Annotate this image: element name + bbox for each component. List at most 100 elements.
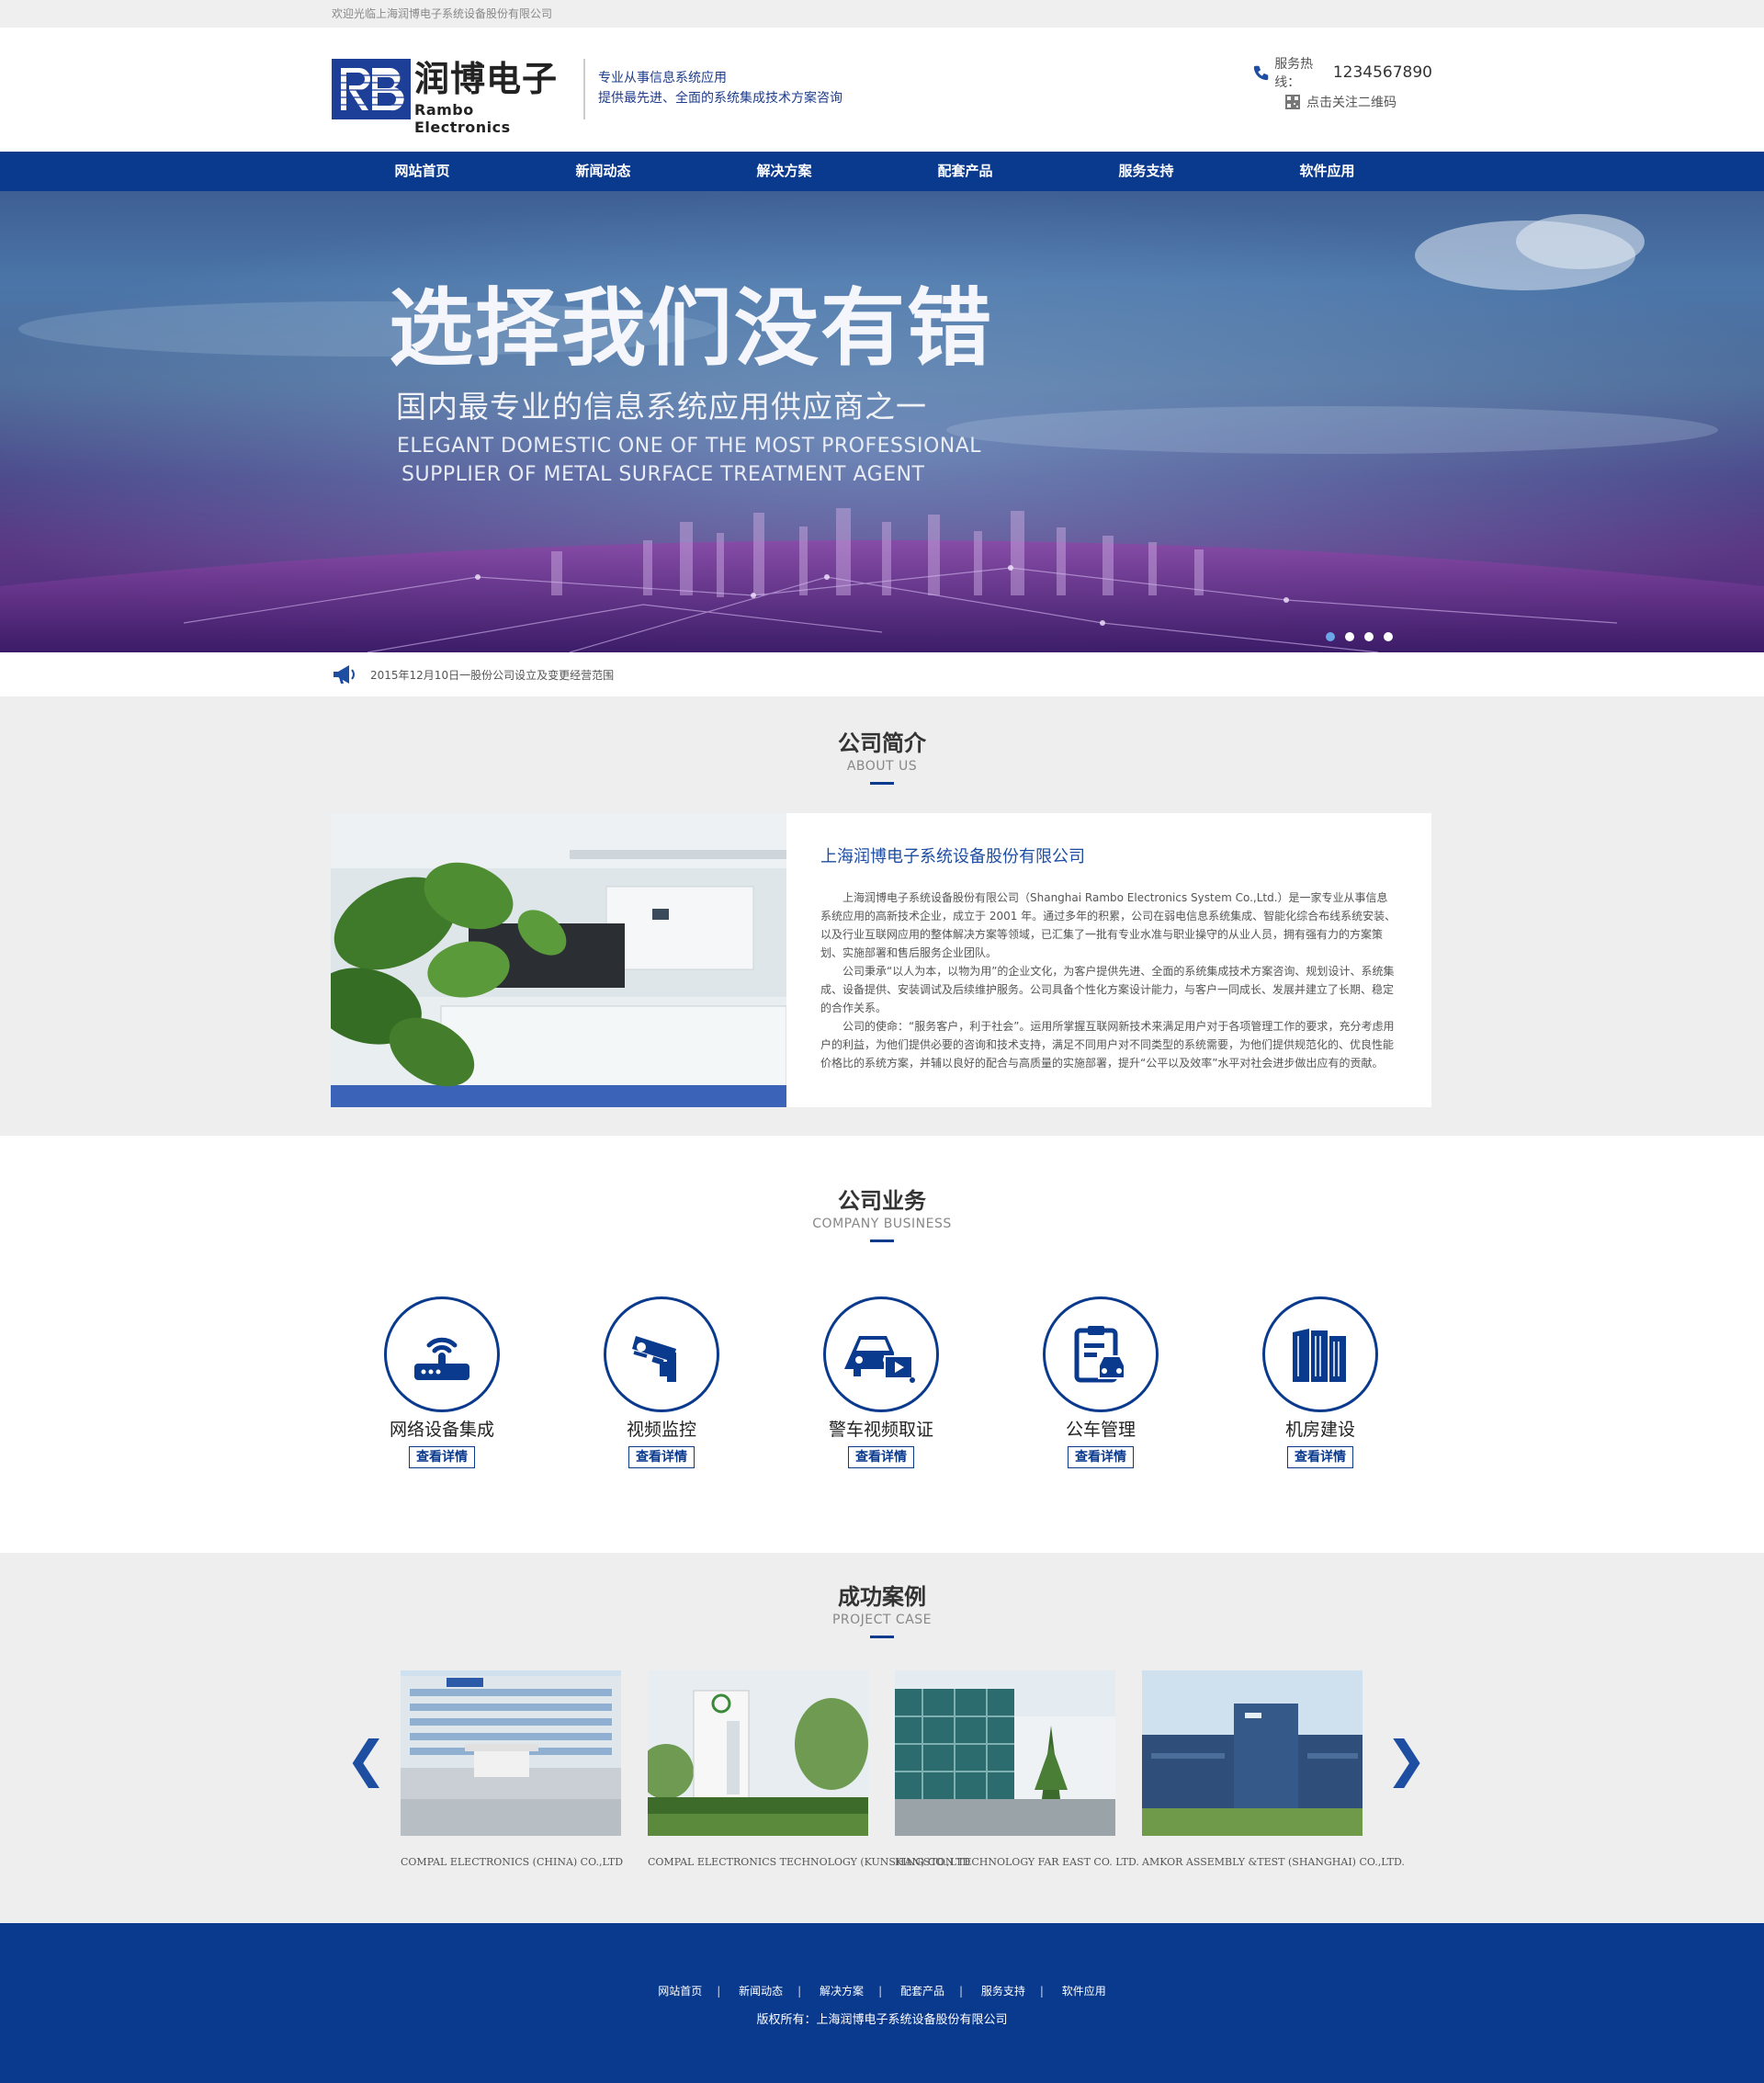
case-photo	[648, 1670, 868, 1836]
slider-dot[interactable]	[1384, 632, 1393, 641]
copyright-text: 版权所有：上海润博电子系统设备股份有限公司	[756, 2013, 1008, 2027]
slider-dots	[1326, 632, 1393, 641]
qr-label: 点击关注二维码	[1306, 96, 1396, 110]
business-name: 网络设备集成	[389, 1420, 494, 1440]
router-icon[interactable]	[384, 1296, 500, 1412]
banner-en-line-1: ELEGANT DOMESTIC ONE OF THE MOST PROFESS…	[397, 435, 982, 458]
banner-subtitle: 国内最专业的信息系统应用供应商之一	[396, 389, 927, 425]
view-details-button[interactable]: 查看详情	[628, 1446, 695, 1468]
case-item[interactable]: KINGSTON TECHNOLOGY FAR EAST CO. LTD.	[895, 1670, 1139, 1868]
footer-separator: |	[958, 1985, 963, 1998]
logo[interactable]: 润博电子 Rambo Electronics	[332, 59, 569, 136]
case-item[interactable]: AMKOR ASSEMBLY &TEST (SHANGHAI) CO.,LTD.	[1142, 1670, 1405, 1868]
notice-bar: 2015年12月10日一股份公司设立及变更经营范围	[0, 652, 1764, 696]
server-rack-icon[interactable]	[1262, 1296, 1378, 1412]
case-photo	[401, 1670, 621, 1836]
footer-link-news[interactable]: 新闻动态	[739, 1985, 783, 1998]
business-item: 网络设备集成 查看详情	[364, 1296, 520, 1468]
business-name: 警车视频取证	[828, 1420, 933, 1440]
slogan: 专业从事信息系统应用 提供最先进、全面的系统集成技术方案咨询	[583, 59, 842, 119]
case-item[interactable]: COMPAL ELECTRONICS (CHINA) CO.,LTD	[401, 1670, 624, 1868]
hotline-label: 服务热线：	[1274, 57, 1314, 90]
about-heading: 公司简介	[838, 730, 926, 756]
footer-link-home[interactable]: 网站首页	[658, 1985, 702, 1998]
cases-heading-en: PROJECT CASE	[831, 1613, 933, 1627]
hotline-block: 服务热线： 1234567890 点击关注二维码	[1252, 57, 1432, 116]
qr-link[interactable]: 点击关注二维码	[1252, 90, 1432, 114]
case-caption: COMPAL ELECTRONICS TECHNOLOGY (KUNSHAN) …	[648, 1856, 971, 1868]
nav-item-support[interactable]: 服务支持	[1056, 152, 1237, 191]
view-details-button[interactable]: 查看详情	[1287, 1446, 1353, 1468]
footer-separator: |	[1039, 1985, 1044, 1998]
footer-separator: |	[797, 1985, 802, 1998]
cctv-camera-icon[interactable]	[604, 1296, 719, 1412]
car-clipboard-icon[interactable]	[1043, 1296, 1159, 1412]
main-nav: 网站首页 新闻动态 解决方案 配套产品 服务支持 软件应用	[0, 152, 1764, 191]
nav-item-software[interactable]: 软件应用	[1237, 152, 1418, 191]
office-photo	[331, 813, 786, 1107]
footer-link-support[interactable]: 服务支持	[981, 1985, 1025, 1998]
cases-section: 成功案例 PROJECT CASE ❮ ❯ COMPAL ELECTRONICS…	[0, 1553, 1764, 1923]
case-photo	[895, 1670, 1115, 1836]
slider-dot[interactable]	[1364, 632, 1374, 641]
business-item: 警车视频取证 查看详情	[803, 1296, 959, 1468]
case-caption: AMKOR ASSEMBLY &TEST (SHANGHAI) CO.,LTD.	[1142, 1856, 1405, 1868]
about-body: 上海润博电子系统设备股份有限公司（Shanghai Rambo Electron…	[820, 889, 1396, 1072]
business-heading: 公司业务	[838, 1188, 926, 1214]
about-paragraph: 公司秉承“以人为本，以物为用”的企业文化，为客户提供先进、全面的系统集成技术方案…	[820, 965, 1395, 1014]
case-item[interactable]: COMPAL ELECTRONICS TECHNOLOGY (KUNSHAN) …	[648, 1670, 971, 1868]
case-photo	[1142, 1670, 1363, 1836]
phone-icon	[1253, 65, 1269, 81]
view-details-button[interactable]: 查看详情	[1068, 1446, 1134, 1468]
business-item: 公车管理 查看详情	[1023, 1296, 1179, 1468]
car-video-icon[interactable]	[823, 1296, 939, 1412]
business-name: 公车管理	[1065, 1420, 1136, 1440]
heading-underline	[870, 782, 894, 785]
heading-underline	[870, 1636, 894, 1638]
header: 润博电子 Rambo Electronics 专业从事信息系统应用 提供最先进、…	[0, 28, 1764, 152]
banner-en-line-2: SUPPLIER OF METAL SURFACE TREATMENT AGEN…	[401, 463, 925, 486]
footer-separator: |	[878, 1985, 883, 1998]
welcome-text: 欢迎光临上海润博电子系统设备股份有限公司	[332, 7, 553, 20]
business-name: 视频监控	[626, 1420, 696, 1440]
business-item: 机房建设 查看详情	[1242, 1296, 1398, 1468]
case-caption: KINGSTON TECHNOLOGY FAR EAST CO. LTD.	[895, 1856, 1139, 1868]
nav-item-solutions[interactable]: 解决方案	[694, 152, 875, 191]
slogan-line-2: 提供最先进、全面的系统集成技术方案咨询	[598, 91, 842, 106]
nav-item-news[interactable]: 新闻动态	[513, 152, 694, 191]
prev-arrow-icon[interactable]: ❮	[345, 1735, 387, 1784]
about-section: 公司简介 ABOUT US 上海润博电子系统设备股份有限公司 上海润博电子系统设…	[0, 696, 1764, 1136]
logo-en-text: Rambo Electronics	[414, 101, 511, 136]
business-heading-en: COMPANY BUSINESS	[812, 1217, 952, 1231]
qr-code-icon	[1285, 95, 1300, 109]
view-details-button[interactable]: 查看详情	[409, 1446, 475, 1468]
footer-link-products[interactable]: 配套产品	[900, 1985, 944, 1998]
business-section: 公司业务 COMPANY BUSINESS 网络设备集成 查看详情 视频监控 查…	[0, 1136, 1764, 1553]
about-paragraph: 上海润博电子系统设备股份有限公司（Shanghai Rambo Electron…	[820, 891, 1396, 959]
business-name: 机房建设	[1284, 1420, 1355, 1440]
footer: 网站首页 | 新闻动态 | 解决方案 | 配套产品 | 服务支持 | 软件应用 版权所有：…	[0, 1923, 1764, 2083]
hotline-number: 1234567890	[1332, 63, 1432, 82]
banner-title: 选择我们没有错	[389, 279, 994, 378]
slogan-line-1: 专业从事信息系统应用	[598, 71, 727, 85]
nav-item-home[interactable]: 网站首页	[332, 152, 513, 191]
case-caption: COMPAL ELECTRONICS (CHINA) CO.,LTD	[401, 1856, 624, 1868]
next-arrow-icon[interactable]: ❯	[1385, 1735, 1427, 1784]
slider-dot[interactable]	[1345, 632, 1354, 641]
rb-logo-mark	[332, 59, 411, 119]
company-title[interactable]: 上海润博电子系统设备股份有限公司	[820, 843, 1085, 867]
slider-dot[interactable]	[1326, 632, 1335, 641]
heading-underline	[870, 1240, 894, 1242]
about-heading-en: ABOUT US	[846, 759, 918, 774]
nav-item-products[interactable]: 配套产品	[875, 152, 1056, 191]
logo-cn-text: 润博电子	[414, 59, 559, 99]
footer-links: 网站首页 | 新闻动态 | 解决方案 | 配套产品 | 服务支持 | 软件应用	[0, 1983, 1764, 1998]
footer-link-solutions[interactable]: 解决方案	[820, 1985, 864, 1998]
notice-text[interactable]: 2015年12月10日一股份公司设立及变更经营范围	[370, 667, 614, 683]
hero-banner: 选择我们没有错 国内最专业的信息系统应用供应商之一 ELEGANT DOMEST…	[0, 191, 1764, 652]
megaphone-icon	[334, 665, 355, 684]
footer-link-software[interactable]: 软件应用	[1062, 1985, 1106, 1998]
cases-heading: 成功案例	[838, 1584, 926, 1610]
view-details-button[interactable]: 查看详情	[848, 1446, 914, 1468]
about-paragraph: 公司的使命：“服务客户，利于社会”。运用所掌握互联网新技术来满足用户对于各项管理…	[820, 1020, 1395, 1070]
